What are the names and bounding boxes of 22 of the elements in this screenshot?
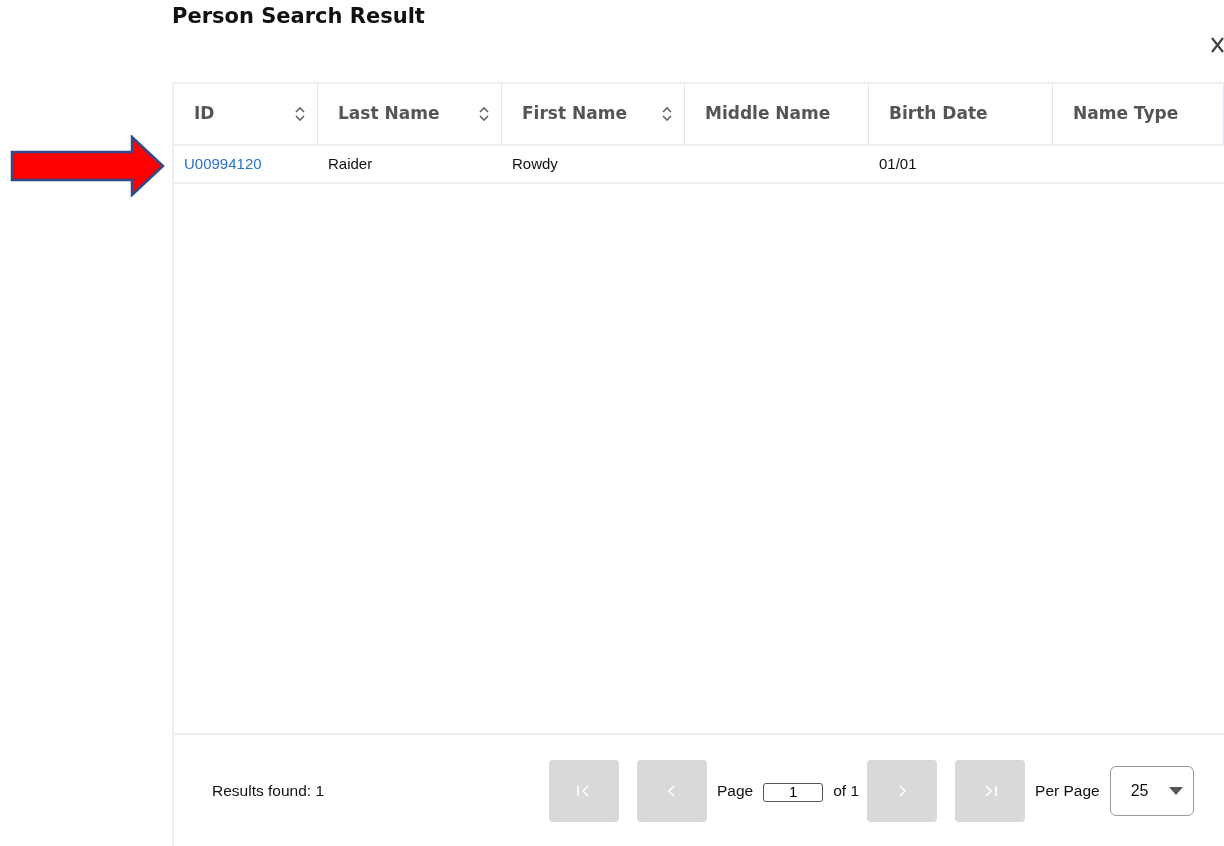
column-header: Birth Date bbox=[869, 84, 1053, 144]
per-page-label: Per Page bbox=[1035, 780, 1100, 801]
table-cell-text: Raider bbox=[327, 153, 374, 174]
page-number-field[interactable]: 1 bbox=[763, 783, 824, 802]
table-cell-text: Rowdy bbox=[511, 153, 559, 174]
column-header[interactable]: ID bbox=[174, 84, 318, 144]
close-icon[interactable] bbox=[1211, 36, 1224, 53]
page-total: of 1 bbox=[833, 780, 860, 801]
column-header[interactable]: Last Name bbox=[318, 84, 502, 144]
sort-icon[interactable] bbox=[662, 106, 672, 122]
column-header[interactable]: First Name bbox=[502, 84, 685, 144]
id-link[interactable]: U00994120 bbox=[184, 152, 262, 176]
page-label: Page bbox=[717, 780, 754, 801]
dialog-title: Person Search Result bbox=[172, 4, 425, 30]
per-page-select[interactable]: 25 bbox=[1109, 765, 1194, 816]
sort-icon[interactable] bbox=[295, 106, 305, 122]
results-count: Results found: 1 bbox=[212, 781, 324, 799]
sort-icon[interactable] bbox=[479, 106, 489, 122]
column-header: Middle Name bbox=[685, 84, 869, 144]
table-cell-text: 01/01 bbox=[878, 153, 918, 174]
column-header: Name Type bbox=[1053, 84, 1224, 144]
caret-icon bbox=[1168, 786, 1183, 795]
